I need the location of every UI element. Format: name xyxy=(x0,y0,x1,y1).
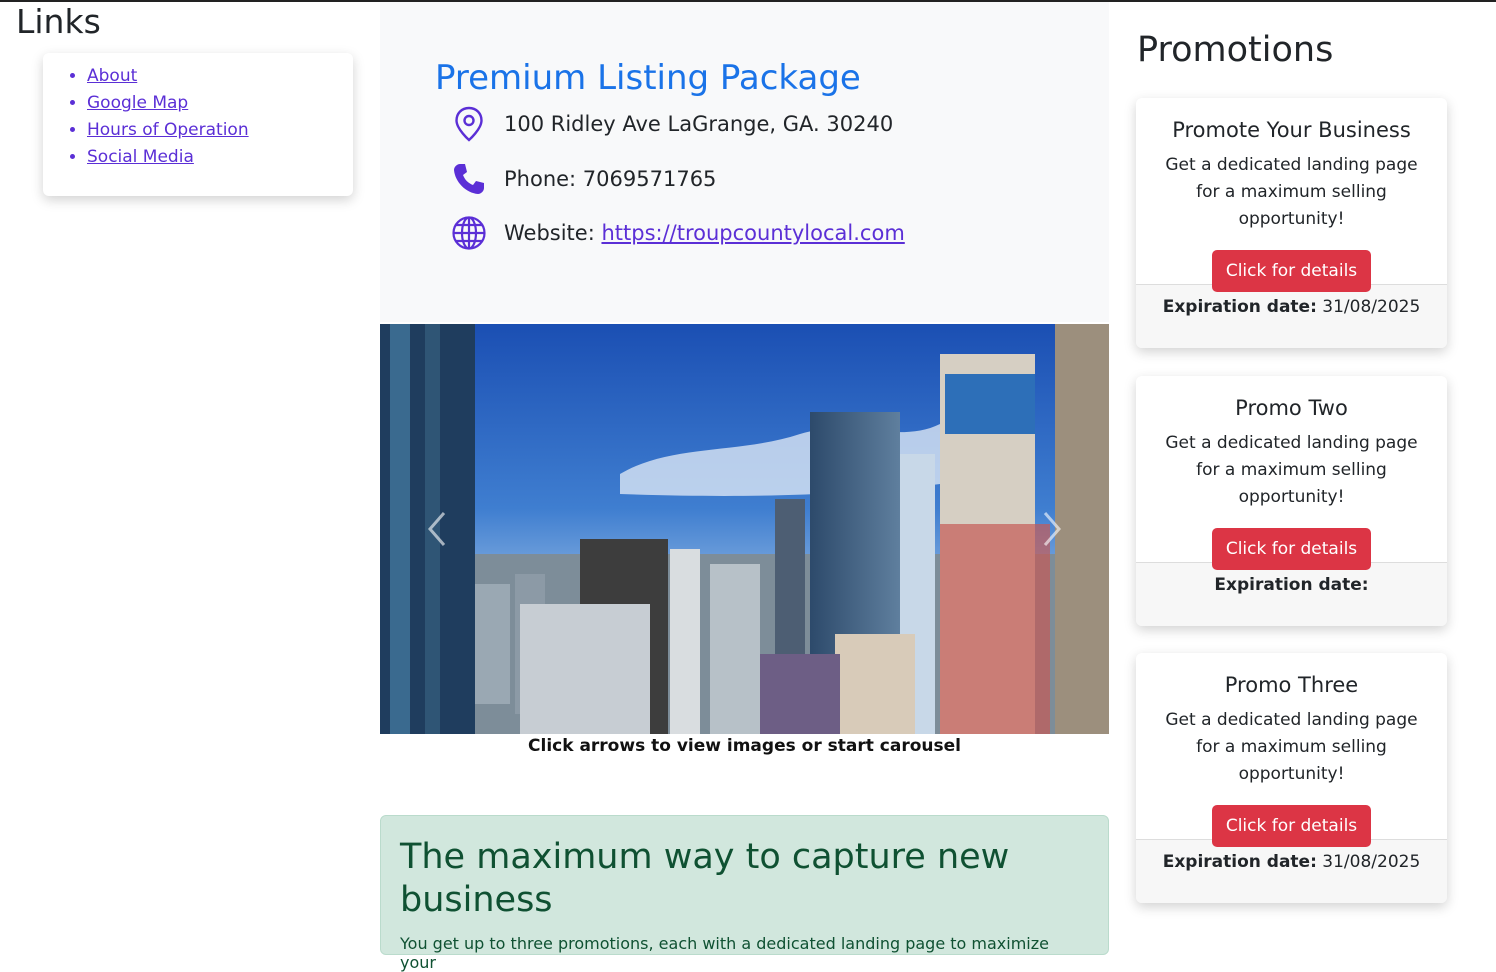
promo-card-body: Promote Your Business Get a dedicated la… xyxy=(1136,98,1447,292)
promo-card-footer: Expiration date: 31/08/2025 xyxy=(1136,840,1447,903)
link-google-map[interactable]: Google Map xyxy=(87,93,188,113)
phone-icon xyxy=(450,160,488,198)
listing-info-panel: Premium Listing Package 100 Ridley Ave L… xyxy=(380,2,1109,322)
carousel-prev-button[interactable] xyxy=(422,509,452,549)
links-heading: Links xyxy=(16,2,101,41)
link-social-media[interactable]: Social Media xyxy=(87,147,194,167)
website-label: Website: xyxy=(504,221,602,245)
chevron-right-icon xyxy=(1043,512,1061,546)
links-card: About Google Map Hours of Operation Soci… xyxy=(43,53,353,196)
promotions-heading: Promotions xyxy=(1137,30,1334,70)
link-about[interactable]: About xyxy=(87,66,137,86)
click-for-details-button[interactable]: Click for details xyxy=(1211,250,1372,292)
promotions-sidebar: Promotions Promote Your Business Get a d… xyxy=(1109,2,1496,942)
alert-text: You get up to three promotions, each wit… xyxy=(400,934,1049,972)
promo-description: Get a dedicated landing page for a maxim… xyxy=(1165,155,1418,229)
website-row: Website: https://troupcountylocal.com xyxy=(450,214,905,252)
links-list: About Google Map Hours of Operation Soci… xyxy=(43,63,353,171)
carousel-caption: Click arrows to view images or start car… xyxy=(528,736,961,756)
list-item: Hours of Operation xyxy=(87,117,353,144)
expiration-date: 31/08/2025 xyxy=(1316,852,1421,872)
website-text: Website: https://troupcountylocal.com xyxy=(504,221,905,245)
main-content: Premium Listing Package 100 Ridley Ave L… xyxy=(380,2,1109,972)
expiration-date: 31/08/2025 xyxy=(1316,297,1421,317)
phone-text: Phone: 7069571765 xyxy=(504,167,717,191)
list-item: Social Media xyxy=(87,144,353,171)
promo-title: Promo Three xyxy=(1224,673,1359,697)
links-sidebar: Links About Google Map Hours of Operatio… xyxy=(0,2,380,942)
promo-title: Promote Your Business xyxy=(1172,118,1411,142)
address-row: 100 Ridley Ave LaGrange, GA. 30240 xyxy=(450,105,893,143)
chevron-left-icon xyxy=(428,512,446,546)
website-link[interactable]: https://troupcountylocal.com xyxy=(601,221,904,245)
list-item: About xyxy=(87,63,353,90)
image-carousel[interactable] xyxy=(380,324,1109,734)
info-alert: The maximum way to capture new business … xyxy=(380,815,1109,972)
link-hours-of-operation[interactable]: Hours of Operation xyxy=(87,120,249,140)
list-item: Google Map xyxy=(87,90,353,117)
promo-description: Get a dedicated landing page for a maxim… xyxy=(1165,433,1418,507)
promo-card-footer: Expiration date: xyxy=(1136,563,1447,626)
city-skyline-image xyxy=(380,324,1109,734)
listing-title: Premium Listing Package xyxy=(435,58,861,98)
expiration-label: Expiration date: xyxy=(1162,297,1317,317)
alert-heading: The maximum way to capture new business xyxy=(400,837,1010,920)
promo-title: Promo Two xyxy=(1235,396,1348,420)
promo-card-body: Promo Two Get a dedicated landing page f… xyxy=(1136,376,1447,570)
expiration-label: Expiration date: xyxy=(1214,575,1369,595)
promo-card: Promo Three Get a dedicated landing page… xyxy=(1136,653,1447,903)
promo-card: Promo Two Get a dedicated landing page f… xyxy=(1136,376,1447,626)
carousel-next-button[interactable] xyxy=(1037,509,1067,549)
promo-card: Promote Your Business Get a dedicated la… xyxy=(1136,98,1447,348)
click-for-details-button[interactable]: Click for details xyxy=(1211,528,1372,570)
click-for-details-button[interactable]: Click for details xyxy=(1211,805,1372,847)
promo-card-body: Promo Three Get a dedicated landing page… xyxy=(1136,653,1447,847)
address-text: 100 Ridley Ave LaGrange, GA. 30240 xyxy=(504,112,894,136)
phone-row: Phone: 7069571765 xyxy=(450,160,716,198)
globe-icon xyxy=(450,214,488,252)
expiration-label: Expiration date: xyxy=(1162,852,1317,872)
promo-card-footer: Expiration date: 31/08/2025 xyxy=(1136,285,1447,348)
map-pin-icon xyxy=(450,105,488,143)
promo-description: Get a dedicated landing page for a maxim… xyxy=(1165,710,1418,784)
